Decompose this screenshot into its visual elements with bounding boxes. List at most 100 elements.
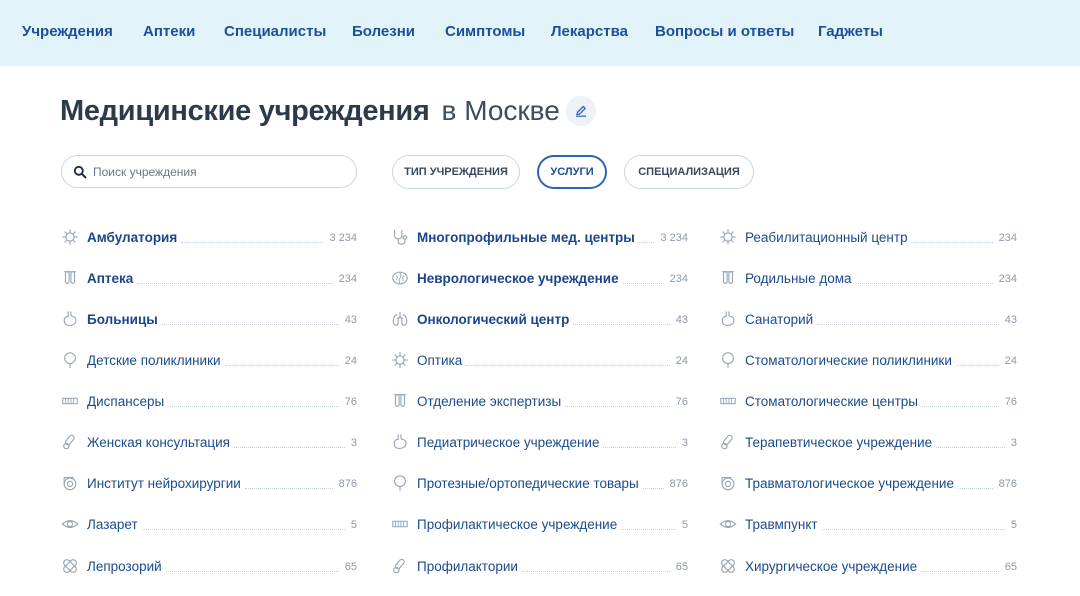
list-item-label: Больницы xyxy=(87,312,158,327)
eye-icon xyxy=(60,514,80,534)
list-item[interactable]: Институт нейрохирургии 876 xyxy=(60,473,357,493)
list-item[interactable]: Диспансеры 76 xyxy=(60,391,357,411)
list-item-label: Институт нейрохирургии xyxy=(87,476,241,491)
dotted-leader xyxy=(141,529,345,530)
list-item-label: Аптека xyxy=(87,271,134,286)
list-item-label: Отделение экспертизы xyxy=(417,394,562,409)
list-item[interactable]: Онкологический центр 43 xyxy=(390,309,688,329)
list-item-count: 876 xyxy=(338,478,357,490)
list-item[interactable]: Профилактории 65 xyxy=(390,556,688,576)
list-item[interactable]: Санаторий 43 xyxy=(718,309,1017,329)
dotted-leader xyxy=(224,365,339,366)
list-item[interactable]: Хирургическое учреждение 65 xyxy=(718,556,1017,576)
test-tubes-icon xyxy=(390,391,410,411)
list-item[interactable]: Травматологическое учреждение 876 xyxy=(718,473,1017,493)
dotted-leader xyxy=(137,283,333,284)
stomach-icon xyxy=(60,309,80,329)
list-item[interactable]: Аптека 234 xyxy=(60,268,357,288)
dotted-leader xyxy=(165,571,339,572)
dotted-leader xyxy=(957,488,993,489)
dotted-leader xyxy=(921,571,999,572)
list-item-label: Хирургическое учреждение xyxy=(745,559,918,574)
dotted-leader xyxy=(168,406,339,407)
pills-icon xyxy=(390,556,410,576)
list-item-label: Травматологическое учреждение xyxy=(745,476,954,491)
list-item[interactable]: Отделение экспертизы 76 xyxy=(390,391,688,411)
list-item[interactable]: Лепрозорий 65 xyxy=(60,556,357,576)
list-item-count: 3 xyxy=(681,437,688,449)
list-item-label: Профилактории xyxy=(417,559,518,574)
list-item[interactable]: Реабилитационный центр 234 xyxy=(718,227,1017,247)
list-item-count: 24 xyxy=(344,355,357,367)
list-item-label: Протезные/ортопедические товары xyxy=(417,476,639,491)
list-item[interactable]: Женская консультация 3 xyxy=(60,432,357,452)
virus-icon xyxy=(390,350,410,370)
list-item-label: Онкологический центр xyxy=(417,312,570,327)
list-item[interactable]: Протезные/ортопедические товары 876 xyxy=(390,473,688,493)
list-item[interactable]: Травмпункт 5 xyxy=(718,514,1017,534)
list-item[interactable]: Амбулатория 3 234 xyxy=(60,227,357,247)
list-item[interactable]: Профилактическое учреждение 5 xyxy=(390,514,688,534)
list-item[interactable]: Лазарет 5 xyxy=(60,514,357,534)
list-item[interactable]: Больницы 43 xyxy=(60,309,357,329)
lungs-icon xyxy=(390,309,410,329)
list-item-label: Неврологическое учреждение xyxy=(417,271,619,286)
page-title-main: Медицинские учреждения xyxy=(60,94,430,127)
list-item-count: 24 xyxy=(1004,355,1017,367)
stomach-icon xyxy=(390,432,410,452)
pills-icon xyxy=(60,432,80,452)
list-item[interactable]: Родильные дома 234 xyxy=(718,268,1017,288)
filter-chip-specialization[interactable]: Специализация xyxy=(624,155,754,189)
list-item[interactable]: Стоматологические центры 76 xyxy=(718,391,1017,411)
nav-item-diseases[interactable]: Болезни xyxy=(352,23,415,40)
list-item-count: 5 xyxy=(350,519,357,531)
list-item-label: Детские поликлиники xyxy=(87,353,221,368)
nav-item-institutions[interactable]: Учреждения xyxy=(22,23,113,40)
edit-city-button[interactable] xyxy=(565,96,596,126)
dotted-leader xyxy=(621,529,676,530)
filter-chip-type[interactable]: Тип учреждения xyxy=(392,155,520,189)
list-item[interactable]: Терапевтическое учреждение 3 xyxy=(718,432,1017,452)
list-item-count: 234 xyxy=(338,273,357,285)
filter-chip-services[interactable]: Услуги xyxy=(537,155,607,189)
list-item[interactable]: Педиатрическое учреждение 3 xyxy=(390,432,688,452)
search-icon xyxy=(73,165,87,179)
list-item-count: 65 xyxy=(344,561,357,573)
bandage-roll-icon xyxy=(60,473,80,493)
search-input[interactable] xyxy=(93,157,343,186)
virus-icon xyxy=(60,227,80,247)
dotted-leader xyxy=(911,242,993,243)
nav-item-specialists[interactable]: Специалисты xyxy=(224,23,326,40)
top-navigation: Учреждения Аптеки Специалисты Болезни Си… xyxy=(0,0,1080,66)
list-item[interactable]: Оптика 24 xyxy=(390,350,688,370)
comb-icon xyxy=(60,391,80,411)
nav-item-qa[interactable]: Вопросы и ответы xyxy=(655,23,794,40)
nav-item-medicines[interactable]: Лекарства xyxy=(551,23,628,40)
pencil-icon xyxy=(575,105,586,117)
list-item[interactable]: Стоматологические поликлиники 24 xyxy=(718,350,1017,370)
list-item-label: Педиатрическое учреждение xyxy=(417,435,600,450)
list-item[interactable]: Детские поликлиники 24 xyxy=(60,350,357,370)
nav-item-pharmacies[interactable]: Аптеки xyxy=(143,23,195,40)
list-item[interactable]: Неврологическое учреждение 234 xyxy=(390,268,688,288)
nav-item-gadgets[interactable]: Гаджеты xyxy=(818,23,883,40)
list-item-label: Женская консультация xyxy=(87,435,230,450)
list-item-label: Профилактическое учреждение xyxy=(417,517,618,532)
nav-item-symptoms[interactable]: Симптомы xyxy=(445,23,525,40)
dotted-leader xyxy=(642,488,664,489)
dotted-leader xyxy=(638,242,655,243)
test-tubes-icon xyxy=(60,268,80,288)
list-item-label: Стоматологические центры xyxy=(745,394,918,409)
search-box xyxy=(61,155,357,188)
lollipop-icon xyxy=(718,350,738,370)
list-item-count: 3 xyxy=(1010,437,1017,449)
list-item-count: 3 234 xyxy=(329,232,357,244)
list-item[interactable]: Многопрофильные мед. центры 3 234 xyxy=(390,227,688,247)
stethoscope-icon xyxy=(390,227,410,247)
pills-icon xyxy=(718,432,738,452)
comb-icon xyxy=(718,391,738,411)
list-item-count: 76 xyxy=(344,396,357,408)
city-selector[interactable]: в Москве xyxy=(442,95,560,127)
dotted-leader xyxy=(921,406,999,407)
dotted-leader xyxy=(244,488,333,489)
